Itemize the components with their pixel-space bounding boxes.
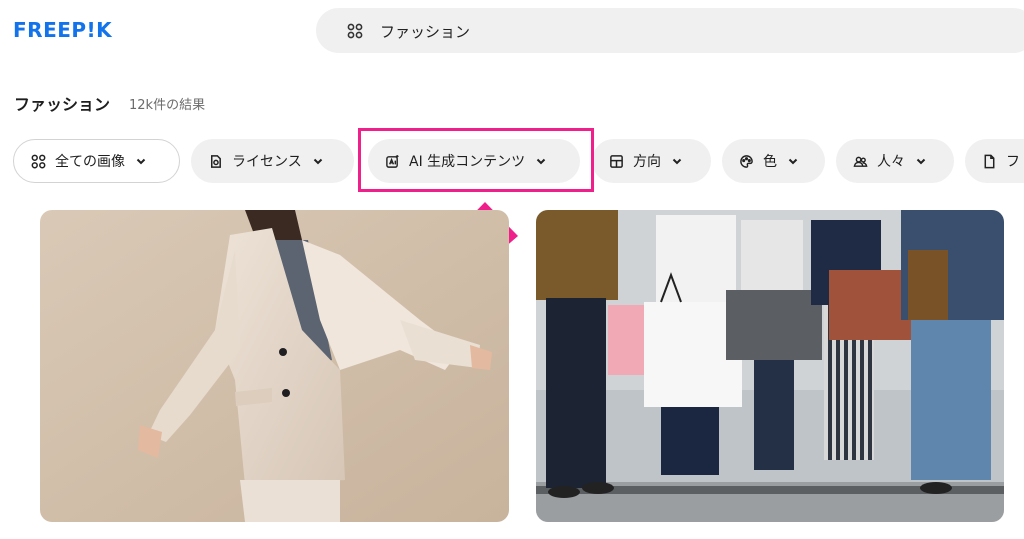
layout-icon: [609, 154, 624, 169]
filter-people[interactable]: 人々: [836, 139, 954, 183]
chevron-down-icon: [135, 155, 147, 167]
highlight-box: [358, 128, 594, 192]
grid-icon: [31, 154, 46, 169]
gallery-image-suit[interactable]: [40, 210, 509, 522]
license-icon: [208, 154, 223, 169]
filter-label: ライセンス: [232, 154, 302, 170]
filter-orientation[interactable]: 方向: [592, 139, 711, 183]
freepik-logo[interactable]: FREEP!K: [13, 18, 112, 42]
filter-all-images[interactable]: 全ての画像: [13, 139, 180, 183]
chevron-down-icon: [312, 155, 324, 167]
filter-label: 色: [763, 154, 777, 170]
palette-icon: [739, 154, 754, 169]
filter-label: 人々: [877, 154, 905, 170]
chevron-down-icon: [671, 155, 683, 167]
file-icon: [982, 154, 997, 169]
filter-color[interactable]: 色: [722, 139, 825, 183]
grid-icon: [347, 23, 363, 43]
people-icon: [853, 154, 868, 169]
filter-label: 方向: [633, 154, 661, 170]
filter-file-type[interactable]: フ: [965, 139, 1024, 183]
filter-label: フ: [1006, 154, 1020, 170]
search-bar[interactable]: ファッション: [316, 8, 1024, 53]
filter-license[interactable]: ライセンス: [191, 139, 354, 183]
results-count: 12k件の結果: [129, 98, 206, 113]
search-input[interactable]: ファッション: [380, 21, 470, 42]
results-title: ファッション: [14, 95, 111, 114]
gallery-image-shopping[interactable]: [536, 210, 1004, 522]
filter-label: 全ての画像: [55, 154, 125, 170]
chevron-down-icon: [915, 155, 927, 167]
chevron-down-icon: [787, 155, 799, 167]
